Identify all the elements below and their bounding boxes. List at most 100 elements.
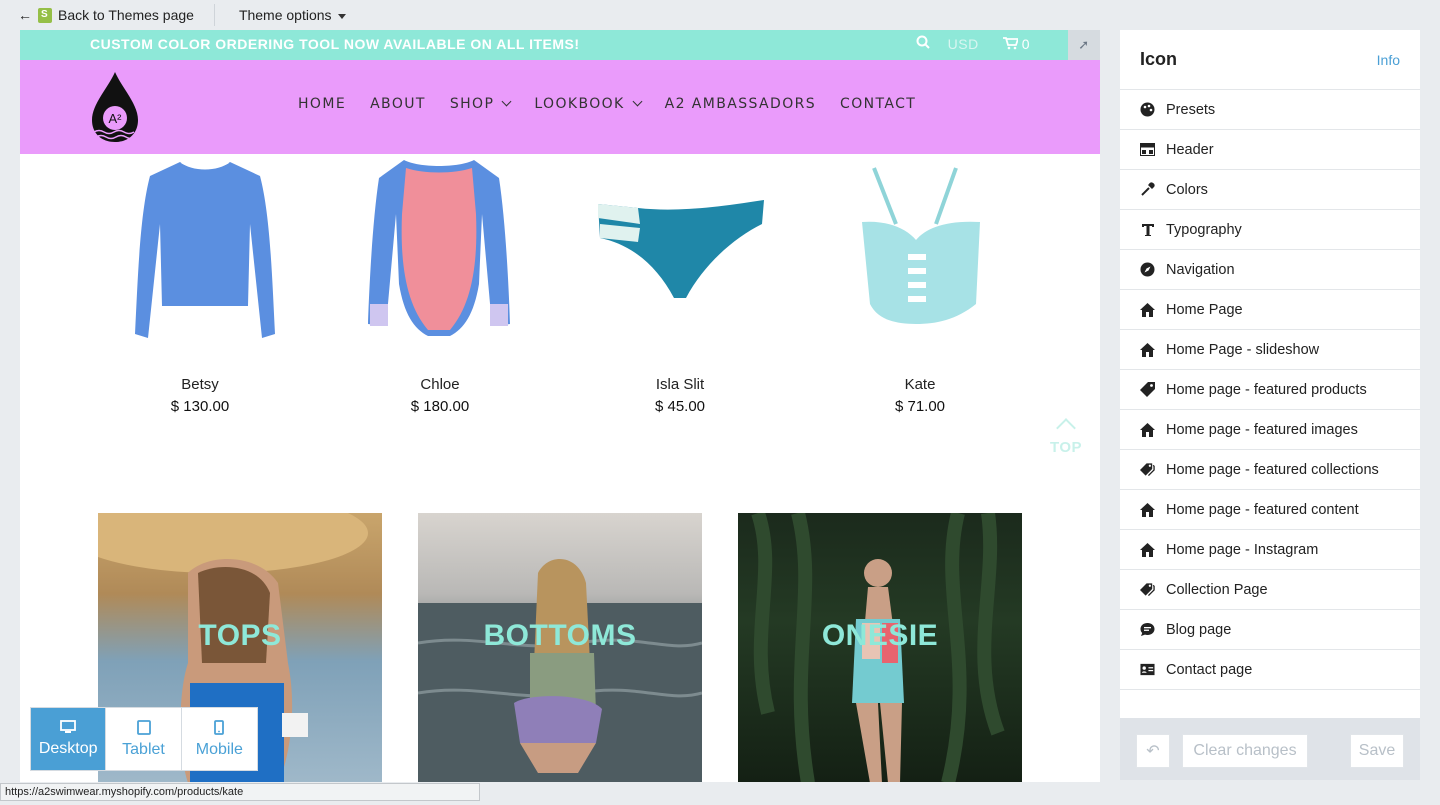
sidebar-footer: ↶ Clear changes Save — [1120, 718, 1420, 780]
save-button[interactable]: Save — [1350, 734, 1404, 768]
logo-text: A² — [109, 111, 123, 126]
device-tablet-button[interactable]: Tablet — [106, 708, 182, 770]
nav-item-lookbook[interactable]: LOOKBOOK — [534, 96, 643, 112]
sidebar-item-header[interactable]: Header — [1120, 130, 1420, 170]
nav-item-about[interactable]: ABOUT — [370, 96, 426, 112]
currency-selector[interactable]: USD — [948, 36, 979, 52]
back-to-top-button[interactable]: TOP — [1050, 415, 1082, 456]
announcement-text[interactable]: CUSTOM COLOR ORDERING TOOL NOW AVAILABLE… — [90, 36, 580, 52]
sidebar-item-collection-page[interactable]: Collection Page — [1120, 570, 1420, 610]
undo-button[interactable]: ↶ — [1136, 734, 1170, 768]
top-label: TOP — [1050, 439, 1083, 456]
palette-icon — [1140, 102, 1155, 117]
theme-settings-sidebar: Icon Info Presets Header Colors Typograp… — [1120, 30, 1420, 780]
editor-topbar: ← Back to Themes page Theme options — [0, 0, 1440, 30]
product-price: $ 71.00 — [894, 398, 946, 415]
announcement-actions: USD 0 — [916, 35, 1030, 52]
product-name: Kate — [904, 376, 936, 393]
sidebar-item-featured-content[interactable]: Home page - featured content — [1120, 490, 1420, 530]
sidebar-item-label: Home page - featured images — [1166, 421, 1358, 438]
store-preview: CUSTOM COLOR ORDERING TOOL NOW AVAILABLE… — [20, 30, 1100, 782]
sidebar-item-featured-images[interactable]: Home page - featured images — [1120, 410, 1420, 450]
product-card-kate[interactable]: Kate $ 71.00 — [820, 376, 1020, 415]
sidebar-item-blog-page[interactable]: Blog page — [1120, 610, 1420, 650]
status-bar-url: https://a2swimwear.myshopify.com/product… — [0, 783, 480, 801]
back-to-themes-link[interactable]: ← Back to Themes page — [0, 0, 194, 30]
product-image-chloe[interactable] — [364, 154, 514, 354]
sidebar-item-typography[interactable]: Typography — [1120, 210, 1420, 250]
home-icon — [1140, 542, 1155, 557]
sidebar-item-home-slideshow[interactable]: Home Page - slideshow — [1120, 330, 1420, 370]
device-mobile-button[interactable]: Mobile — [182, 708, 257, 770]
sidebar-item-featured-collections[interactable]: Home page - featured collections — [1120, 450, 1420, 490]
divider — [213, 4, 215, 26]
cart-link[interactable]: 0 — [1002, 35, 1030, 52]
product-card-betsy[interactable]: Betsy $ 130.00 — [100, 376, 300, 415]
tags-icon — [1140, 462, 1155, 477]
sidebar-item-label: Home page - featured collections — [1166, 461, 1379, 478]
home-icon — [1140, 302, 1155, 317]
nav-item-ambassadors[interactable]: A2 AMBASSADORS — [665, 96, 816, 112]
undo-icon: ↶ — [1146, 743, 1160, 760]
sidebar-item-label: Navigation — [1166, 261, 1235, 278]
device-label: Desktop — [38, 740, 98, 757]
home-icon — [1140, 422, 1155, 437]
nav-label: ABOUT — [370, 96, 426, 112]
nav-item-home[interactable]: HOME — [298, 96, 346, 112]
product-image-betsy[interactable] — [130, 154, 280, 344]
product-name: Chloe — [420, 376, 460, 393]
tags-icon — [1140, 582, 1155, 597]
chat-icon — [1140, 622, 1155, 637]
sidebar-item-featured-products[interactable]: Home page - featured products — [1120, 370, 1420, 410]
chevron-down-icon — [632, 96, 643, 107]
nav-item-shop[interactable]: SHOP — [450, 96, 512, 112]
nav-label: LOOKBOOK — [534, 96, 625, 112]
back-label: Back to Themes page — [58, 7, 194, 23]
product-name: Betsy — [181, 376, 219, 393]
tag-icon — [1140, 382, 1155, 397]
arrow-left-icon: ← — [18, 7, 32, 23]
cart-icon — [1002, 37, 1018, 50]
mobile-icon — [214, 719, 225, 735]
store-header: A² HOME ABOUT SHOP LOOKBOOK A2 AMBASSADO… — [20, 60, 1100, 154]
sidebar-title: Icon — [1140, 49, 1178, 69]
sidebar-item-navigation[interactable]: Navigation — [1120, 250, 1420, 290]
caret-down-icon — [337, 13, 346, 19]
info-link[interactable]: Info — [1377, 52, 1400, 68]
product-image-isla-slit[interactable] — [594, 194, 770, 304]
chevron-down-icon — [501, 96, 512, 107]
collection-tile-onesie[interactable]: ONESIE — [738, 513, 1022, 782]
text-icon — [1140, 222, 1155, 237]
contact-card-icon — [1140, 662, 1155, 677]
expand-preview-button[interactable]: ➚ — [1068, 30, 1100, 60]
announcement-bar: CUSTOM COLOR ORDERING TOOL NOW AVAILABLE… — [20, 30, 1100, 60]
desktop-icon — [60, 720, 77, 733]
sidebar-item-instagram[interactable]: Home page - Instagram — [1120, 530, 1420, 570]
home-icon — [1140, 342, 1155, 357]
sidebar-header: Icon Info — [1120, 30, 1420, 90]
sidebar-item-label: Presets — [1166, 101, 1216, 118]
sidebar-item-colors[interactable]: Colors — [1120, 170, 1420, 210]
cart-count: 0 — [1021, 35, 1030, 52]
product-image-kate[interactable] — [856, 164, 986, 330]
product-card-chloe[interactable]: Chloe $ 180.00 — [340, 376, 540, 415]
sidebar-item-label: Home Page - slideshow — [1166, 341, 1320, 358]
sidebar-item-contact-page[interactable]: Contact page — [1120, 650, 1420, 690]
theme-options-dropdown[interactable]: Theme options — [239, 7, 346, 23]
nav-item-contact[interactable]: CONTACT — [840, 96, 916, 112]
collection-tile-bottoms[interactable]: BOTTOMS — [418, 513, 702, 782]
eyedropper-icon — [1140, 182, 1155, 197]
store-logo[interactable]: A² — [88, 70, 142, 146]
product-card-isla-slit[interactable]: Isla Slit $ 45.00 — [580, 376, 780, 415]
nav-label: CONTACT — [840, 96, 917, 112]
device-switcher: Desktop Tablet Mobile — [30, 707, 258, 771]
device-label: Mobile — [195, 740, 243, 758]
clear-changes-button[interactable]: Clear changes — [1182, 734, 1308, 768]
device-desktop-button[interactable]: Desktop — [31, 708, 107, 770]
nav-label: A2 AMBASSADORS — [664, 96, 817, 112]
sidebar-item-presets[interactable]: Presets — [1120, 90, 1420, 130]
sidebar-item-label: Collection Page — [1166, 581, 1268, 598]
sidebar-item-home-page[interactable]: Home Page — [1120, 290, 1420, 330]
search-icon[interactable] — [916, 35, 930, 52]
compass-icon — [1140, 262, 1155, 277]
